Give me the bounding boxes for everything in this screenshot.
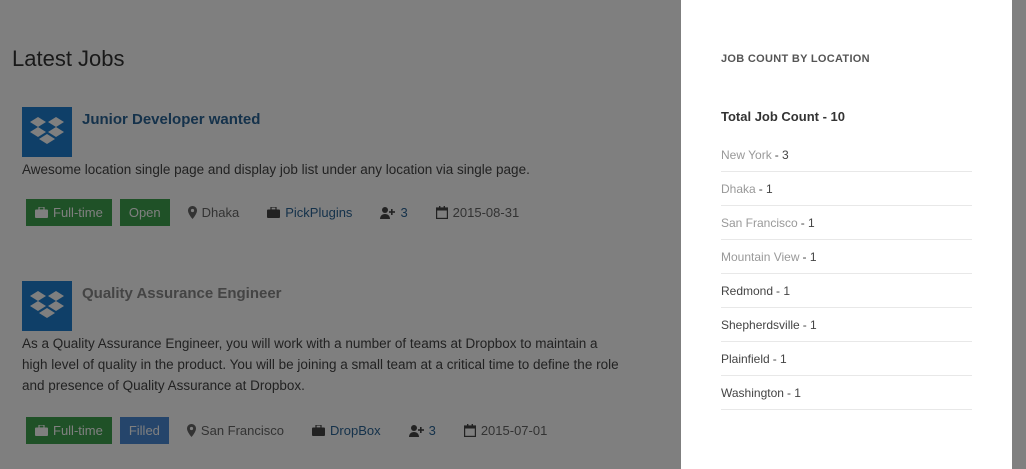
location-link[interactable]: New York: [721, 148, 772, 162]
job-applicants-count: 3: [428, 423, 436, 438]
calendar-icon: [463, 424, 476, 437]
job-company-label[interactable]: PickPlugins: [285, 205, 352, 220]
job-meta: Full-time Filled San Francisco DropBox 3: [26, 417, 547, 444]
job-type-badge[interactable]: Full-time: [26, 417, 112, 444]
location-item[interactable]: New York - 3: [721, 138, 972, 172]
job-date-label: 2015-08-31: [452, 205, 520, 220]
total-job-count: Total Job Count - 10: [721, 109, 845, 124]
map-marker-icon: [186, 424, 196, 437]
briefcase-icon: [35, 425, 48, 436]
sidebar-panel: JOB COUNT BY LOCATION Total Job Count - …: [681, 0, 1012, 469]
user-plus-icon: [380, 206, 396, 219]
location-list: New York - 3 Dhaka - 1 San Francisco - 1…: [721, 138, 972, 410]
job-applicants: 3: [380, 205, 408, 220]
job-location-label: Dhaka: [201, 205, 240, 220]
page-edge-overlay: [1012, 0, 1026, 469]
location-item[interactable]: Dhaka - 1: [721, 172, 972, 206]
location-link[interactable]: Shepherdsville: [721, 318, 800, 332]
job-status-badge[interactable]: Open: [119, 199, 170, 226]
location-count: - 1: [772, 351, 787, 366]
job-location: Dhaka: [187, 205, 240, 220]
location-item[interactable]: Mountain View - 1: [721, 240, 972, 274]
location-link[interactable]: Mountain View: [721, 250, 800, 264]
job-date-label: 2015-07-01: [480, 423, 548, 438]
user-plus-icon: [408, 424, 424, 437]
briefcase-icon: [267, 207, 281, 218]
location-link[interactable]: Plainfield: [721, 352, 770, 366]
location-item[interactable]: Shepherdsville - 1: [721, 308, 972, 342]
job-type-label: Full-time: [53, 423, 103, 438]
job-date: 2015-07-01: [463, 423, 548, 438]
location-link[interactable]: Washington: [721, 386, 784, 400]
calendar-icon: [435, 206, 448, 219]
job-company-label[interactable]: DropBox: [330, 423, 381, 438]
job-location-label: San Francisco: [200, 423, 285, 438]
job-date: 2015-08-31: [435, 205, 520, 220]
job-description: Awesome location single page and display…: [22, 162, 530, 177]
location-item[interactable]: Washington - 1: [721, 376, 972, 410]
location-item[interactable]: Plainfield - 1: [721, 342, 972, 376]
location-count: - 1: [802, 249, 817, 264]
dropbox-logo-icon[interactable]: [22, 107, 72, 157]
job-location: San Francisco: [186, 423, 285, 438]
job-meta: Full-time Open Dhaka PickPlugins 3 2015-…: [26, 199, 519, 226]
location-count: - 1: [776, 283, 791, 298]
job-company[interactable]: PickPlugins: [267, 205, 352, 220]
map-marker-icon: [187, 206, 197, 219]
job-description: As a Quality Assurance Engineer, you wil…: [22, 336, 619, 393]
page-title: Latest Jobs: [12, 46, 125, 71]
location-item[interactable]: San Francisco - 1: [721, 206, 972, 240]
job-applicants-count: 3: [400, 205, 408, 220]
location-count: - 1: [786, 385, 801, 400]
job-title-link[interactable]: Junior Developer wanted: [82, 111, 260, 128]
location-count: - 1: [800, 215, 815, 230]
job-status-badge[interactable]: Filled: [119, 417, 169, 444]
briefcase-icon: [35, 207, 48, 218]
location-count: - 1: [802, 317, 817, 332]
location-link[interactable]: San Francisco: [721, 216, 798, 230]
location-link[interactable]: Redmond: [721, 284, 773, 298]
location-link[interactable]: Dhaka: [721, 182, 756, 196]
job-type-badge[interactable]: Full-time: [26, 199, 112, 226]
widget-title: JOB COUNT BY LOCATION: [721, 53, 870, 65]
location-count: - 1: [758, 181, 773, 196]
location-item[interactable]: Redmond - 1: [721, 274, 972, 308]
job-title-link[interactable]: Quality Assurance Engineer: [82, 285, 282, 302]
briefcase-icon: [312, 425, 326, 436]
job-applicants: 3: [408, 423, 436, 438]
location-count: - 3: [774, 147, 789, 162]
job-type-label: Full-time: [53, 205, 103, 220]
dropbox-logo-icon[interactable]: [22, 281, 72, 331]
main-content: Latest Jobs Junior Developer wanted Awes…: [0, 0, 681, 469]
job-company[interactable]: DropBox: [312, 423, 381, 438]
